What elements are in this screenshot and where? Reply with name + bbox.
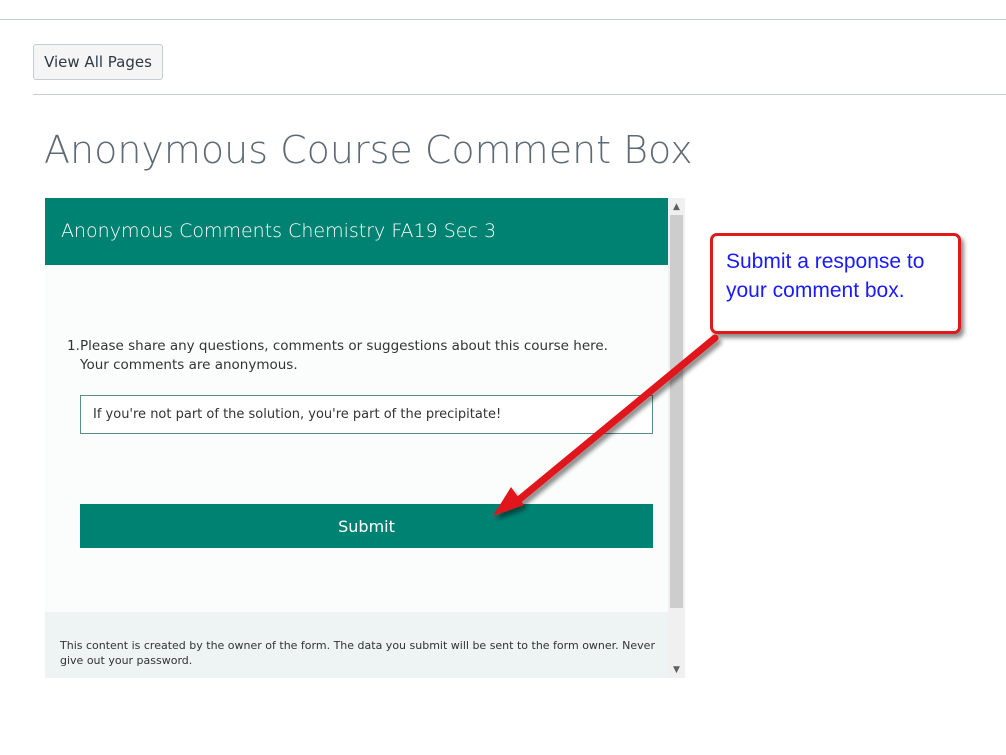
annotation-callout: Submit a response to your comment box. — [710, 233, 961, 334]
form-header: Anonymous Comments Chemistry FA19 Sec 3 — [45, 198, 668, 265]
chevron-up-icon[interactable]: ▲ — [668, 198, 685, 215]
scrollbar-thumb[interactable] — [670, 215, 683, 608]
submit-button[interactable]: Submit — [80, 504, 653, 548]
comment-input[interactable] — [80, 395, 653, 434]
form-scrollbar[interactable]: ▲ ▼ — [668, 198, 685, 678]
callout-text: Submit a response to your comment box. — [726, 250, 925, 302]
question-1: 1. Please share any questions, comments … — [67, 337, 627, 375]
footer-disclaimer: This content is created by the owner of … — [60, 639, 655, 667]
view-all-pages-button[interactable]: View All Pages — [33, 44, 163, 80]
embedded-form: Anonymous Comments Chemistry FA19 Sec 3 … — [45, 198, 668, 678]
question-text: Please share any questions, comments or … — [80, 338, 608, 373]
top-divider — [0, 19, 1006, 20]
chevron-down-icon[interactable]: ▼ — [668, 661, 685, 678]
form-title: Anonymous Comments Chemistry FA19 Sec 3 — [61, 220, 497, 242]
question-number: 1. — [67, 338, 80, 354]
page-title: Anonymous Course Comment Box — [44, 128, 693, 172]
form-footer: This content is created by the owner of … — [45, 612, 668, 678]
header-divider — [33, 94, 1006, 95]
